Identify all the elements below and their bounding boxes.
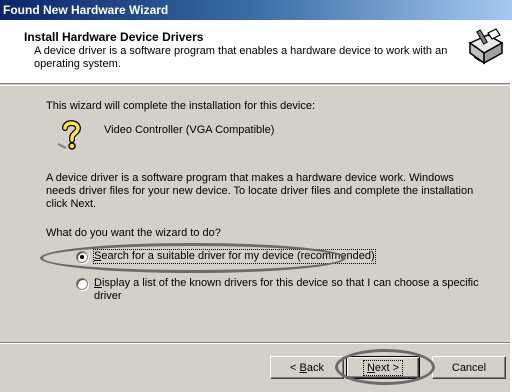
window-title: Found New Hardware Wizard: [3, 3, 169, 17]
wizard-header: Install Hardware Device Drivers A device…: [0, 20, 512, 84]
accel-b: B: [299, 361, 307, 374]
header-separator: [0, 85, 512, 86]
back-prefix: <: [290, 361, 300, 374]
back-label: < Back: [290, 362, 324, 374]
cancel-button[interactable]: Cancel: [432, 356, 506, 379]
accel-d: D: [94, 277, 102, 289]
highlight-ellipse-next: [335, 349, 435, 385]
intro-text: This wizard will complete the installati…: [46, 100, 316, 112]
explanation-text: A device driver is a software program th…: [46, 172, 474, 210]
question-mark-icon: [57, 120, 82, 150]
title-bar[interactable]: Found New Hardware Wizard: [0, 0, 512, 20]
header-description: A device driver is a software program th…: [34, 45, 448, 70]
cancel-label: Cancel: [451, 361, 487, 374]
option-display-text: isplay a list of the known drivers for t…: [94, 277, 479, 302]
hardware-wizard-icon: [467, 28, 505, 66]
radio-display-list[interactable]: [76, 278, 88, 290]
option-display-label[interactable]: Display a list of the known drivers for …: [94, 277, 496, 303]
header-title: Install Hardware Device Drivers: [24, 30, 204, 44]
back-text: ack: [306, 361, 324, 374]
question-text: What do you want the wizard to do?: [46, 227, 221, 239]
wizard-window: Found New Hardware Wizard Install Hardwa…: [0, 0, 512, 392]
highlight-ellipse-option: [40, 243, 346, 273]
device-name: Video Controller (VGA Compatible): [104, 124, 275, 136]
footer-separator: [0, 342, 512, 344]
back-button[interactable]: < Back: [270, 356, 344, 379]
option-display-list[interactable]: Display a list of the known drivers for …: [76, 277, 496, 303]
